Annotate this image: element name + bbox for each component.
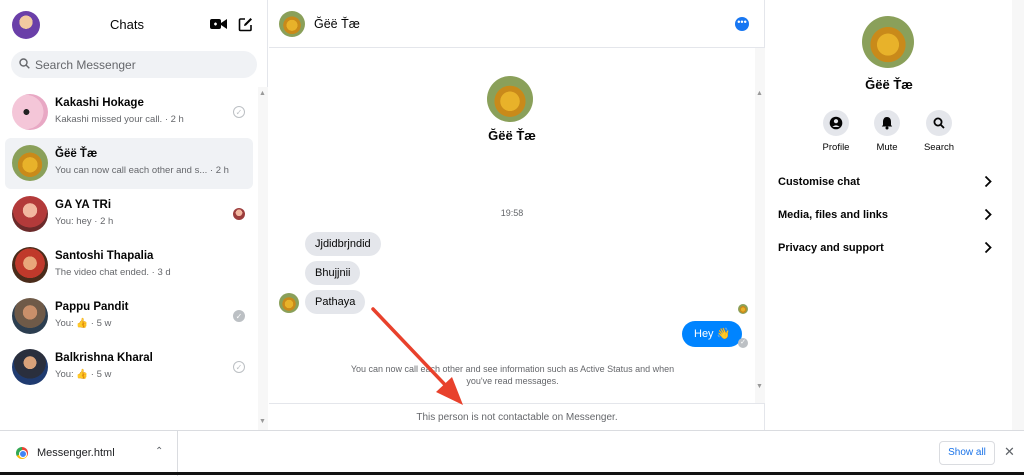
contact-info-panel: Ğëë Ťæ Profile Mute Search Customise cha… xyxy=(766,0,1012,430)
conversation-name: Balkrishna Kharal xyxy=(55,352,153,364)
contact-avatar xyxy=(862,16,914,68)
compose-icon[interactable] xyxy=(235,14,255,34)
conversation-item[interactable]: Santoshi Thapalia The video chat ended. … xyxy=(5,240,253,291)
conversation-item[interactable]: Kakashi Hokage Kakashi missed your call.… xyxy=(5,87,253,138)
profile-button[interactable]: Profile xyxy=(811,110,861,153)
seen-avatar-icon xyxy=(233,208,245,220)
conversation-name: GA YA TRi xyxy=(55,199,112,211)
messenger-app: Chats Kakashi Hokage Kakashi missed your… xyxy=(0,0,1024,430)
incoming-message[interactable]: Bhujjnii xyxy=(305,261,361,285)
conversation-preview: The video chat ended. · 3 d xyxy=(55,267,171,278)
profile-icon xyxy=(823,110,849,136)
delivered-check-icon: ✓ xyxy=(233,310,245,322)
outgoing-message[interactable]: Hey 👋 xyxy=(682,321,743,347)
search-box[interactable] xyxy=(11,51,257,78)
contact-name: Ğëë Ťæ xyxy=(865,77,913,92)
chevron-right-icon xyxy=(984,175,992,193)
close-icon[interactable]: ✕ xyxy=(1004,444,1015,460)
chat-info-text: You can now call each other and see info… xyxy=(350,364,675,386)
message-timestamp: 19:58 xyxy=(500,208,524,218)
seen-avatar-icon xyxy=(738,304,748,314)
chevron-up-icon[interactable]: ⌃ xyxy=(155,446,163,457)
conversation-item[interactable]: GA YA TRi You: hey · 2 h xyxy=(5,189,253,240)
conversation-preview: You can now call each other and s... · 2… xyxy=(55,165,229,176)
avatar xyxy=(12,298,48,334)
new-video-call-icon[interactable] xyxy=(208,14,228,34)
conversation-preview: You: 👍 · 5 w xyxy=(55,369,112,380)
conversation-item[interactable]: Ğëë Ťæ You can now call each other and s… xyxy=(5,138,253,189)
profile-label: Profile xyxy=(822,142,850,153)
conversation-preview: You: hey · 2 h xyxy=(55,216,114,227)
thread-scrollbar[interactable]: ▲ ▼ xyxy=(755,48,765,403)
search-label: Search xyxy=(923,142,955,153)
search-icon xyxy=(926,110,952,136)
privacy-support-row[interactable]: Privacy and support xyxy=(766,233,1006,263)
search-icon xyxy=(19,56,30,74)
download-filename: Messenger.html xyxy=(37,447,115,459)
avatar xyxy=(12,145,48,181)
chat-header-name[interactable]: Ğëë Ťæ xyxy=(314,17,360,31)
conversation-name: Santoshi Thapalia xyxy=(55,250,154,262)
chats-title: Chats xyxy=(110,17,144,32)
conversation-name: Kakashi Hokage xyxy=(55,97,144,109)
chats-sidebar: Chats Kakashi Hokage Kakashi missed your… xyxy=(0,0,268,430)
message-thread: Ğëë Ťæ 19:58 Jjdidbrjndid Bhujjnii Patha… xyxy=(269,48,755,403)
menu-label: Privacy and support xyxy=(778,242,884,254)
avatar xyxy=(12,94,48,130)
conversation-name: Ğëë Ťæ xyxy=(55,148,98,160)
conversation-item[interactable]: Pappu Pandit You: 👍 · 5 w ✓ xyxy=(5,291,253,342)
scroll-down-icon[interactable]: ▼ xyxy=(259,418,266,425)
download-item[interactable]: Messenger.html ⌃ xyxy=(0,431,178,476)
chat-panel: Ğëë Ťæ ••• Ğëë Ťæ 19:58 Jjdidbrjndid Bhu… xyxy=(269,0,765,430)
avatar xyxy=(12,247,48,283)
sent-check-icon: ✓ xyxy=(233,361,245,373)
my-avatar[interactable] xyxy=(12,11,40,39)
mute-label: Mute xyxy=(876,142,898,153)
scroll-up-icon[interactable]: ▲ xyxy=(756,90,763,97)
chevron-right-icon xyxy=(984,208,992,226)
avatar xyxy=(12,196,48,232)
chat-header: Ğëë Ťæ ••• xyxy=(269,0,765,48)
chrome-icon xyxy=(16,447,28,459)
sent-check-icon: ✓ xyxy=(233,106,245,118)
conversation-preview: Kakashi missed your call. · 2 h xyxy=(55,114,184,125)
show-all-button[interactable]: Show all xyxy=(939,441,995,465)
mute-button[interactable]: Mute xyxy=(862,110,912,153)
incoming-message[interactable]: Jjdidbrjndid xyxy=(305,232,381,256)
conversation-name: Pappu Pandit xyxy=(55,301,129,313)
avatar xyxy=(12,349,48,385)
sidebar-scrollbar[interactable]: ▲ ▼ xyxy=(258,87,268,430)
media-files-links-row[interactable]: Media, files and links xyxy=(766,200,1006,230)
conversation-preview: You: 👍 · 5 w xyxy=(55,318,112,329)
contact-name: Ğëë Ťæ xyxy=(488,128,536,143)
sidebar-header: Chats xyxy=(0,0,268,48)
page-scrollbar[interactable] xyxy=(1012,0,1024,430)
download-bar: Messenger.html ⌃ Show all ✕ xyxy=(0,430,1024,476)
contact-avatar xyxy=(487,76,533,122)
conversation-item[interactable]: Balkrishna Kharal You: 👍 · 5 w ✓ xyxy=(5,342,253,393)
bell-icon xyxy=(874,110,900,136)
menu-label: Customise chat xyxy=(778,176,860,188)
customise-chat-row[interactable]: Customise chat xyxy=(766,167,1006,197)
scroll-up-icon[interactable]: ▲ xyxy=(259,90,266,97)
not-contactable-notice: This person is not contactable on Messen… xyxy=(269,403,765,430)
scroll-down-icon[interactable]: ▼ xyxy=(756,383,763,390)
search-conversation-button[interactable]: Search xyxy=(914,110,964,153)
conversation-info-icon[interactable]: ••• xyxy=(735,17,749,31)
sender-avatar xyxy=(279,293,299,313)
chevron-right-icon xyxy=(984,241,992,259)
search-input[interactable] xyxy=(35,57,245,72)
menu-label: Media, files and links xyxy=(778,209,889,221)
delivered-check-icon: ✓ xyxy=(738,338,748,348)
conversation-list: Kakashi Hokage Kakashi missed your call.… xyxy=(0,87,258,427)
chat-header-avatar[interactable] xyxy=(279,11,305,37)
incoming-message[interactable]: Pathaya xyxy=(305,290,366,314)
